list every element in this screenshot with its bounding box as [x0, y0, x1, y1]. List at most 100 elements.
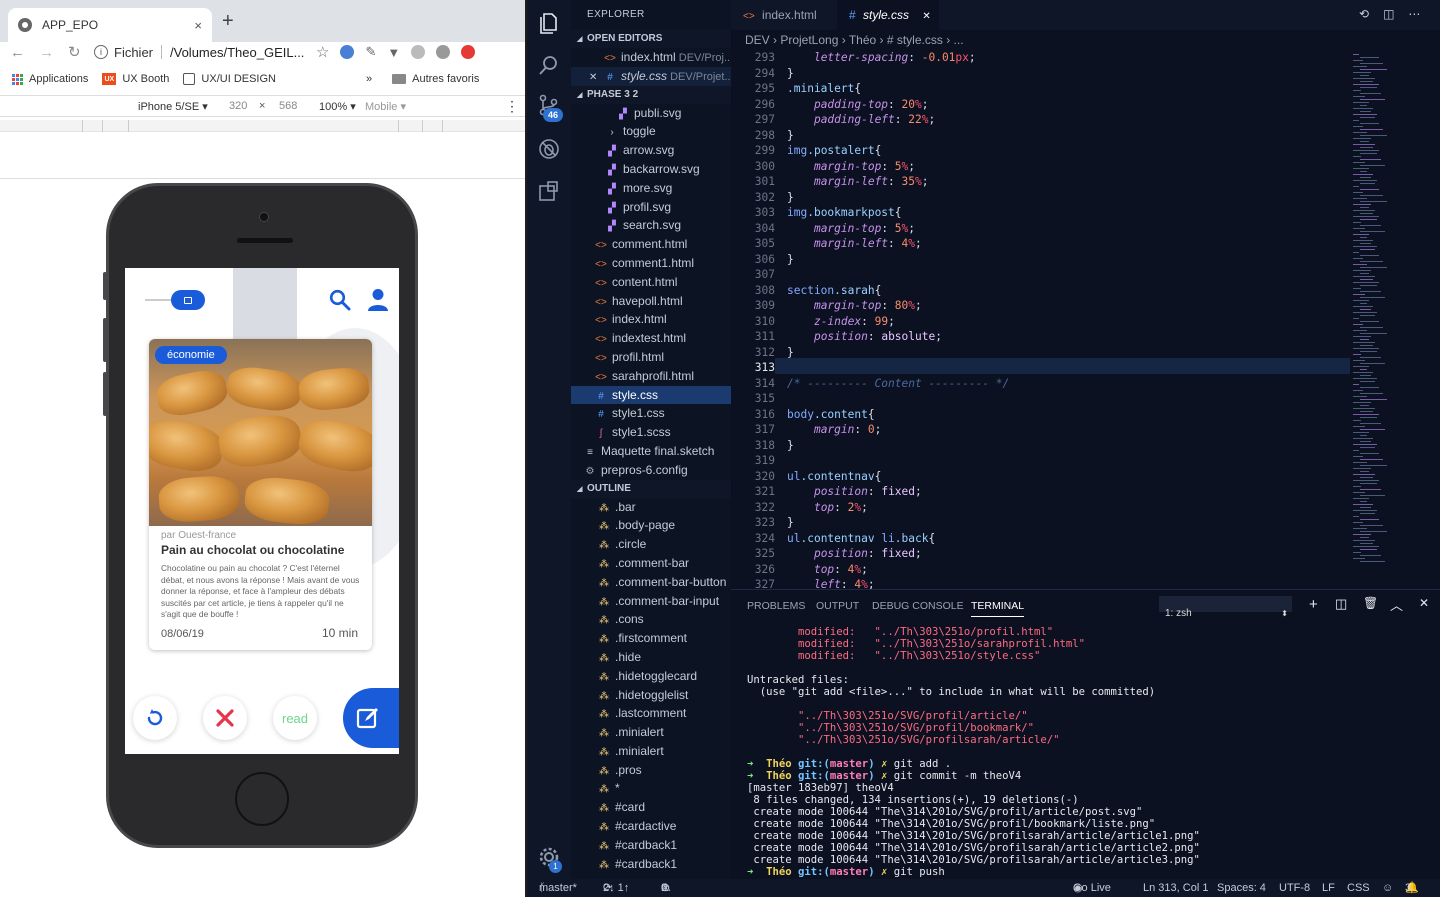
terminal-select[interactable]: 1: zsh ⬍: [1159, 596, 1292, 619]
code-line[interactable]: position: fixed;: [787, 484, 1347, 500]
breadcrumb[interactable]: DEV › ProjetLong › Théo › # style.css › …: [731, 30, 1440, 50]
close-editor-icon[interactable]: ✕: [589, 69, 603, 88]
extension-red-icon[interactable]: [461, 45, 476, 59]
bookmark-ux-booth[interactable]: UX UX Booth: [102, 73, 169, 85]
tab-problems[interactable]: PROBLEMS: [747, 600, 805, 612]
outline-item[interactable]: ⁂ #cardactive: [571, 817, 731, 836]
outline-item[interactable]: ⁂ .comment-bar-button: [571, 573, 731, 592]
cursor-position[interactable]: Ln 313, Col 1: [1143, 879, 1208, 897]
file-tree-item[interactable]: ⚙ prepros-6.config: [571, 461, 731, 480]
open-editors-header[interactable]: ◢ OPEN EDITORS: [571, 30, 731, 48]
outline-item[interactable]: ⁂ .cons: [571, 610, 731, 629]
bookmark-applications[interactable]: Applications: [12, 73, 88, 85]
code-line[interactable]: }: [787, 345, 1347, 361]
code-line[interactable]: }: [787, 66, 1347, 82]
read-button[interactable]: read: [273, 696, 317, 740]
file-tree-item[interactable]: ▞ more.svg: [571, 179, 731, 198]
outline-item[interactable]: ⁂ .minialert: [571, 742, 731, 761]
code-line[interactable]: margin-top: 5%;: [787, 159, 1347, 175]
code-line[interactable]: padding-top: 20%;: [787, 97, 1347, 113]
profile-avatar-icon[interactable]: [436, 45, 451, 59]
code-line[interactable]: }: [787, 128, 1347, 144]
close-panel-icon[interactable]: ✕: [1419, 596, 1429, 610]
code-line[interactable]: margin-top: 80%;: [787, 298, 1347, 314]
minimap[interactable]: [1349, 50, 1439, 589]
file-tree-item[interactable]: ▞ publi.svg: [571, 104, 731, 123]
file-tree-item[interactable]: ▞ backarrow.svg: [571, 160, 731, 179]
file-tree-item[interactable]: <> sarahprofil.html: [571, 367, 731, 386]
code-line[interactable]: top: 4%;: [787, 562, 1347, 578]
refresh-button[interactable]: [133, 696, 177, 740]
star-icon[interactable]: ☆: [316, 43, 329, 61]
open-editor-item[interactable]: ✕ # style.css DEV/Projet...: [571, 66, 731, 88]
file-tree-item[interactable]: <> indextest.html: [571, 329, 731, 348]
indentation[interactable]: Spaces: 4: [1217, 879, 1266, 897]
outline-header[interactable]: ◢ OUTLINE: [571, 479, 731, 498]
bookmark-ux-ui-design[interactable]: UX/UI DESIGN: [183, 73, 276, 85]
search-icon[interactable]: [329, 289, 351, 311]
address-bar[interactable]: i Fichier /Volumes/Theo_GEIL...: [94, 42, 334, 62]
viewport-height[interactable]: 568: [279, 100, 297, 112]
address-path[interactable]: /Volumes/Theo_GEIL...: [170, 45, 304, 60]
file-tree-item[interactable]: <> comment.html: [571, 235, 731, 254]
maximize-panel-icon[interactable]: ︿: [1390, 595, 1403, 614]
outline-item[interactable]: ⁂ .hidetogglecard: [571, 667, 731, 686]
add-terminal-icon[interactable]: +: [1309, 596, 1318, 613]
file-tree-item[interactable]: ▞ profil.svg: [571, 198, 731, 217]
code-line[interactable]: section.sarah{: [787, 283, 1347, 299]
editor-tab-style-css[interactable]: # style.css ✕: [837, 0, 939, 30]
code-line[interactable]: margin: 0;: [787, 422, 1347, 438]
info-icon[interactable]: i: [94, 45, 108, 59]
code-line[interactable]: }: [787, 190, 1347, 206]
search-icon[interactable]: [538, 54, 560, 76]
code-line[interactable]: [787, 267, 1347, 283]
write-button[interactable]: [343, 688, 399, 748]
category-badge[interactable]: économie: [155, 346, 227, 364]
outline-item[interactable]: ⁂ .hidetogglelist: [571, 686, 731, 705]
close-tab-button[interactable]: ×: [194, 18, 202, 33]
split-terminal-icon[interactable]: ◫: [1335, 596, 1347, 612]
reload-icon[interactable]: ↻: [68, 43, 81, 61]
code-line[interactable]: margin-left: 35%;: [787, 174, 1347, 190]
end-of-line[interactable]: LF: [1322, 879, 1335, 897]
zoom-select[interactable]: 100% ▾: [319, 100, 356, 113]
toggle-knob[interactable]: [171, 290, 205, 310]
code-line[interactable]: /* --------- Content --------- */: [787, 376, 1347, 392]
extension-gray-icon[interactable]: [411, 45, 426, 59]
code-line[interactable]: }: [787, 515, 1347, 531]
code-line[interactable]: img.postalert{: [787, 143, 1347, 159]
file-tree-item[interactable]: # style.css: [571, 385, 731, 405]
outline-item[interactable]: ⁂ .minialert: [571, 723, 731, 742]
code-line[interactable]: z-index: 99;: [787, 314, 1347, 330]
media-query-ruler[interactable]: [0, 120, 525, 132]
split-editor-icon[interactable]: ◫: [1383, 7, 1394, 21]
code-line[interactable]: margin-top: 5%;: [787, 221, 1347, 237]
code-line[interactable]: [787, 453, 1347, 469]
file-tree-item[interactable]: ▞ search.svg: [571, 216, 731, 235]
extension-blue-icon[interactable]: [340, 45, 355, 59]
bookmarks-overflow[interactable]: »: [366, 73, 372, 85]
outline-item[interactable]: ⁂ .lastcomment: [571, 704, 731, 723]
file-tree-item[interactable]: ʃ style1.scss: [571, 423, 731, 442]
outline-item[interactable]: ⁂ .hide: [571, 648, 731, 667]
language-mode[interactable]: CSS: [1347, 879, 1370, 897]
back-arrow-icon[interactable]: ←: [10, 44, 25, 61]
code-line[interactable]: ul.contentnav li.back{: [787, 531, 1347, 547]
code-editor[interactable]: letter-spacing: -0.01px;} .minialert{ pad…: [787, 50, 1347, 593]
article-card[interactable]: économie par Ouest-france Pain au chocol…: [149, 339, 372, 650]
terminal-output[interactable]: modified: "../Th\303\251o/profil.html" m…: [747, 626, 1427, 878]
code-line[interactable]: }: [787, 252, 1347, 268]
file-tree-item[interactable]: ▞ arrow.svg: [571, 141, 731, 160]
feedback-smiley-icon[interactable]: ☺: [1382, 879, 1393, 897]
network-select[interactable]: Mobile ▾: [365, 100, 406, 113]
file-tree-item[interactable]: <> havepoll.html: [571, 292, 731, 311]
outline-item[interactable]: ⁂ .firstcomment: [571, 629, 731, 648]
file-tree-item[interactable]: <> comment1.html: [571, 254, 731, 273]
code-line[interactable]: body.content{: [787, 407, 1347, 423]
viewport-width[interactable]: 320: [229, 100, 247, 112]
code-line[interactable]: margin-left: 4%;: [787, 236, 1347, 252]
device-select[interactable]: iPhone 5/SE ▾: [138, 100, 208, 113]
code-line[interactable]: position: fixed;: [787, 546, 1347, 562]
eyedropper-icon[interactable]: ✎: [365, 44, 376, 60]
file-tree-item[interactable]: › toggle: [571, 122, 731, 141]
